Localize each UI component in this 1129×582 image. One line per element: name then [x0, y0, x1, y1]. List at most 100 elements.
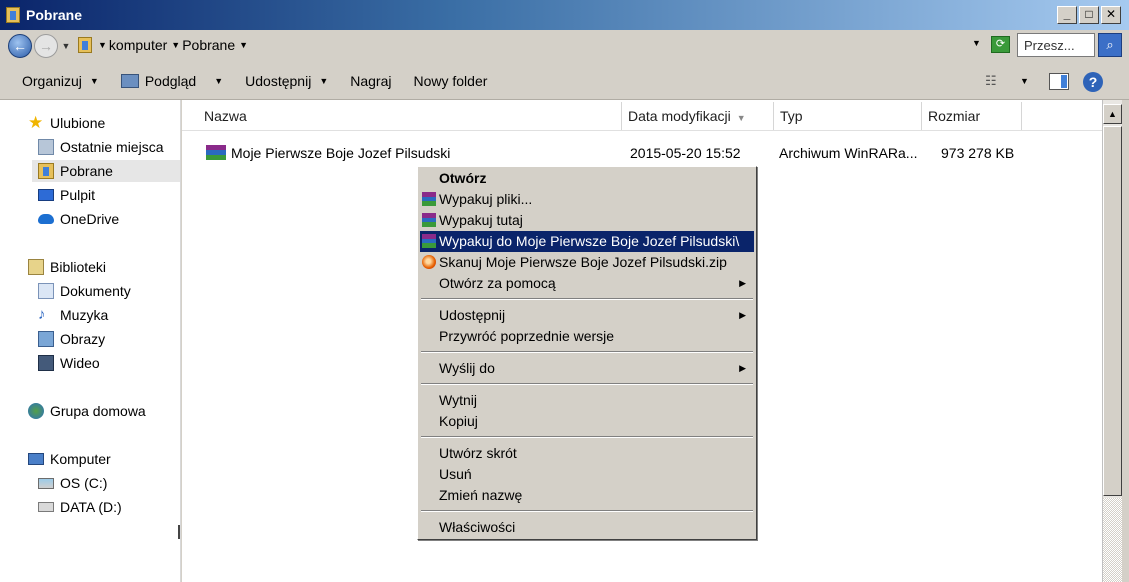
column-header-type[interactable]: Typ [774, 102, 922, 130]
sort-arrow-icon: ▼ [736, 113, 746, 123]
nav-drive-d[interactable]: DATA (D:) [38, 496, 122, 518]
nav-label: Biblioteki [50, 259, 107, 275]
nav-pictures[interactable]: Obrazy [38, 328, 105, 350]
crumb-arrow-icon[interactable]: ▼ [98, 40, 107, 50]
back-button[interactable]: ← [8, 34, 32, 58]
nav-onedrive[interactable]: OneDrive [38, 208, 119, 230]
menu-item-copy[interactable]: Kopiuj [420, 411, 754, 432]
preview-button[interactable]: Podgląd ▼ [120, 73, 224, 89]
pane-splitter[interactable] [178, 525, 180, 539]
scroll-up-icon[interactable]: ▲ [1103, 104, 1122, 124]
nav-label: DATA (D:) [60, 499, 122, 515]
help-icon[interactable]: ? [1083, 72, 1103, 92]
nav-computer[interactable]: Komputer [28, 448, 111, 470]
search-input[interactable]: Przesz... [1017, 33, 1095, 57]
breadcrumb[interactable]: ▼ komputer ▼ Pobrane ▼ [78, 33, 1012, 57]
scroll-thumb[interactable] [1103, 126, 1122, 496]
nav-recent[interactable]: Ostatnie miejsca [38, 136, 163, 158]
nav-label: Komputer [50, 451, 111, 467]
share-button[interactable]: Udostępnij ▼ [245, 73, 328, 89]
menu-label: Wypakuj pliki... [439, 191, 533, 207]
minimize-button[interactable]: _ [1057, 6, 1077, 24]
navigation-pane: ★ Ulubione Ostatnie miejsca Pobrane Pulp… [0, 100, 181, 582]
vertical-scrollbar[interactable]: ▲ [1102, 100, 1122, 582]
crumb-computer[interactable]: komputer [109, 37, 167, 53]
file-type: Archiwum WinRARa... [779, 145, 918, 161]
menu-separator [421, 436, 753, 438]
address-bar: ← → ▼ ▼ komputer ▼ Pobrane ▼ [0, 30, 1129, 62]
column-header-size[interactable]: Rozmiar [922, 102, 1022, 130]
crumb-downloads[interactable]: Pobrane [182, 37, 235, 53]
nav-homegroup[interactable]: Grupa domowa [28, 400, 146, 422]
nav-music[interactable]: ♪ Muzyka [38, 304, 108, 326]
file-size: 973 278 KB [941, 145, 1015, 161]
menu-item-cut[interactable]: Wytnij [420, 390, 754, 411]
submenu-arrow-icon: ▶ [739, 363, 746, 373]
chevron-down-icon[interactable]: ▼ [1020, 76, 1029, 86]
recent-pages-dropdown[interactable]: ▼ [60, 41, 72, 51]
menu-item-properties[interactable]: Właściwości [420, 517, 754, 538]
window-title: Pobrane [26, 7, 83, 23]
menu-label: Skanuj Moje Pierwsze Boje Jozef Pilsudsk… [439, 254, 727, 270]
nav-desktop[interactable]: Pulpit [38, 184, 95, 206]
scroll-track[interactable] [1103, 498, 1122, 582]
drive-icon [38, 477, 54, 489]
view-options-icon[interactable]: ☷ [985, 73, 1003, 89]
organize-button[interactable]: Organizuj ▼ [22, 73, 99, 89]
file-name: Moje Pierwsze Boje Jozef Pilsudski [231, 145, 451, 161]
cloud-icon [38, 214, 54, 224]
nav-label: Grupa domowa [50, 403, 146, 419]
menu-item-extract-here[interactable]: Wypakuj tutaj [420, 210, 754, 231]
burn-label: Nagraj [350, 72, 392, 89]
menu-item-open[interactable]: Otwórz [420, 168, 754, 189]
column-header-name[interactable]: Nazwa [198, 102, 622, 130]
column-header-date[interactable]: Data modyfikacji ▼ [622, 102, 774, 130]
nav-label: Ulubione [50, 115, 106, 131]
table-row[interactable]: Moje Pierwsze Boje Jozef Pilsudski 2015-… [182, 142, 1102, 164]
menu-item-delete[interactable]: Usuń [420, 464, 754, 485]
crumb-arrow-icon[interactable]: ▼ [171, 40, 180, 50]
search-icon[interactable]: ⌕ [1098, 33, 1122, 57]
menu-item-send-to[interactable]: Wyślij do ▶ [420, 358, 754, 379]
nav-label: Dokumenty [60, 283, 131, 299]
menu-item-scan[interactable]: Skanuj Moje Pierwsze Boje Jozef Pilsudsk… [420, 252, 754, 273]
menu-label: Otwórz za pomocą [439, 275, 556, 291]
maximize-button[interactable]: □ [1079, 6, 1099, 24]
nav-downloads[interactable]: Pobrane [32, 160, 180, 182]
nav-drive-c[interactable]: OS (C:) [38, 472, 107, 494]
menu-item-extract-to[interactable]: Wypakuj do Moje Pierwsze Boje Jozef Pils… [420, 231, 754, 252]
nav-label: Wideo [60, 355, 100, 371]
nav-label: OS (C:) [60, 475, 108, 491]
nav-video[interactable]: Wideo [38, 352, 100, 374]
context-menu: Otwórz Wypakuj pliki... Wypakuj tutaj Wy… [417, 166, 757, 540]
menu-item-restore-versions[interactable]: Przywróć poprzednie wersje [420, 326, 754, 347]
folder-icon [78, 37, 92, 53]
menu-label: Usuń [439, 466, 472, 482]
chevron-down-icon: ▼ [214, 75, 224, 86]
column-label: Rozmiar [928, 108, 981, 124]
menu-item-share[interactable]: Udostępnij ▶ [420, 305, 754, 326]
title-bar: Pobrane _ □ ✕ [0, 0, 1129, 30]
menu-label: Właściwości [439, 519, 516, 535]
recent-places-icon [38, 139, 54, 155]
column-label: Typ [780, 108, 803, 124]
menu-separator [421, 351, 753, 353]
menu-item-open-with[interactable]: Otwórz za pomocą ▶ [420, 273, 754, 294]
new-folder-button[interactable]: Nowy folder [413, 73, 487, 89]
homegroup-icon [28, 403, 44, 419]
burn-button[interactable]: Nagraj [350, 73, 391, 89]
nav-documents[interactable]: Dokumenty [38, 280, 131, 302]
preview-pane-icon[interactable] [1049, 73, 1069, 90]
close-button[interactable]: ✕ [1101, 6, 1121, 24]
forward-button[interactable]: → [34, 34, 58, 58]
menu-item-extract-files[interactable]: Wypakuj pliki... [420, 189, 754, 210]
crumb-arrow-icon[interactable]: ▼ [239, 40, 248, 50]
refresh-icon[interactable]: ⟳ [991, 36, 1010, 53]
nav-favorites[interactable]: ★ Ulubione [28, 112, 105, 134]
menu-item-rename[interactable]: Zmień nazwę [420, 485, 754, 506]
address-history-dropdown[interactable]: ▼ [972, 38, 981, 48]
nav-label: Pobrane [60, 163, 113, 179]
menu-label: Zmień nazwę [439, 487, 523, 503]
nav-libraries[interactable]: Biblioteki [28, 256, 106, 278]
menu-item-create-shortcut[interactable]: Utwórz skrót [420, 443, 754, 464]
